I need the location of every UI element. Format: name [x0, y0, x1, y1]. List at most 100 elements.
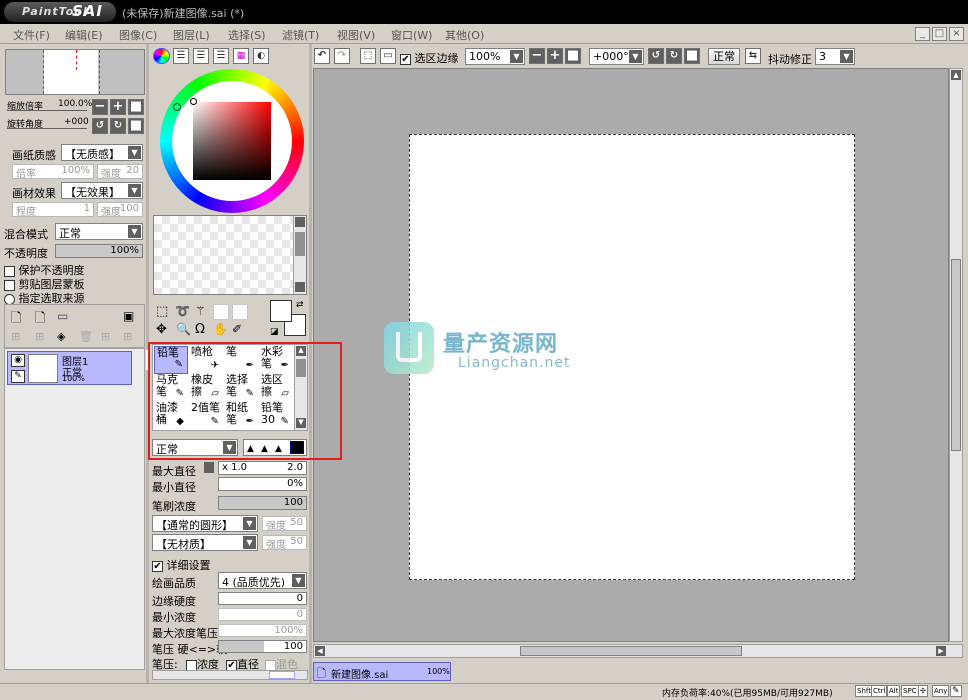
- canvas-rotate-reset-button[interactable]: ■: [684, 48, 700, 64]
- saturation-value-square[interactable]: [193, 102, 271, 180]
- min-density-slider[interactable]: 0: [218, 608, 307, 621]
- scroll-thumb[interactable]: [520, 646, 742, 656]
- paper-scale-field[interactable]: 倍率 100%: [12, 164, 94, 180]
- hand-icon[interactable]: ✋: [213, 322, 228, 336]
- lasso-icon[interactable]: ➰: [175, 304, 190, 318]
- brush-texture-dropdown[interactable]: 【无材质】 ▼: [152, 534, 258, 551]
- tool-marker[interactable]: 马克笔 ✎: [154, 374, 188, 402]
- menu-view[interactable]: 视图(V): [337, 27, 375, 43]
- checkbox[interactable]: ✔: [152, 560, 163, 572]
- brush-edge-selector[interactable]: ▲ ▲ ▲: [243, 439, 307, 456]
- tool-brush[interactable]: 笔 ✒: [224, 346, 258, 374]
- scroll-thumb[interactable]: [951, 259, 961, 451]
- checkbox[interactable]: ✔: [226, 659, 237, 671]
- tool-select-pen[interactable]: 选择笔 ✎: [224, 374, 258, 402]
- opacity-slider[interactable]: 100%: [55, 244, 143, 258]
- canvas-rotate-right-button[interactable]: ↻: [666, 48, 682, 64]
- edge-flat-icon[interactable]: [290, 441, 304, 454]
- paper-effect-dropdown[interactable]: 【无效果】 ▼: [61, 182, 143, 199]
- min-diameter-slider[interactable]: 0%: [218, 477, 307, 491]
- quality-dropdown[interactable]: 4 (品质优先) ▼: [218, 572, 307, 589]
- canvas-rotate-left-button[interactable]: ↺: [648, 48, 664, 64]
- brush-mode-dropdown[interactable]: 正常 ▼: [152, 439, 238, 456]
- canvas-horizontal-scrollbar[interactable]: ◀ ▶: [313, 644, 963, 658]
- minimize-button[interactable]: _: [915, 27, 930, 41]
- zoom-slider[interactable]: [7, 110, 87, 111]
- color-picker-handle[interactable]: [190, 98, 197, 105]
- eye-icon[interactable]: ◉: [11, 354, 25, 367]
- deselect-button[interactable]: ⬚: [360, 48, 376, 64]
- max-diameter-slider[interactable]: x 1.0 2.0: [218, 461, 307, 475]
- tool-grid-scrollbar[interactable]: ▲ ▼: [294, 345, 307, 430]
- menu-other[interactable]: 其他(O): [445, 27, 484, 43]
- canvas-zoom-in-button[interactable]: +: [547, 48, 563, 64]
- paper-strength-field[interactable]: 强度 20: [97, 164, 143, 180]
- checkbox[interactable]: [186, 659, 197, 671]
- zoom-icon[interactable]: 🔍: [176, 322, 191, 336]
- scratchpad[interactable]: [153, 215, 307, 295]
- menu-file[interactable]: 文件(F): [13, 27, 50, 43]
- scratchpad-scrollbar[interactable]: [293, 216, 306, 294]
- tool-washi-pen[interactable]: 和纸笔 ✒: [224, 402, 258, 430]
- intermediate-color-tab[interactable]: ☰: [213, 48, 229, 64]
- effect-strength-field[interactable]: 强度 100: [97, 202, 143, 218]
- detail-settings-toggle[interactable]: ✔ 详细设置: [152, 557, 211, 573]
- transfer-down-icon[interactable]: ⊞: [11, 330, 20, 343]
- tool-binary-pen[interactable]: 2值笔 ✎: [189, 402, 223, 430]
- rgb-slider-tab[interactable]: ☰: [173, 48, 189, 64]
- merge-visible-icon[interactable]: ⊞: [123, 330, 132, 343]
- swatches-tab[interactable]: ▦: [233, 48, 249, 64]
- canvas-zoom-dropdown[interactable]: 100% ▼: [465, 48, 525, 65]
- invert-selection-button[interactable]: ▭: [380, 48, 396, 64]
- document-tab[interactable]: 🗋 新建图像.sai 100%: [313, 662, 451, 681]
- layer-mask-icon[interactable]: ▣: [123, 309, 134, 323]
- tool-bucket[interactable]: 油漆桶 ◆: [154, 402, 188, 430]
- edge-sharp-icon[interactable]: ▲: [247, 444, 254, 454]
- stabilizer-dropdown[interactable]: 3 ▼: [815, 48, 855, 65]
- eyedropper-icon[interactable]: ✐: [232, 322, 242, 336]
- checkbox[interactable]: [265, 659, 276, 671]
- navigator-preview[interactable]: [5, 49, 145, 95]
- shape-strength-field[interactable]: 强度 50: [262, 516, 307, 532]
- hue-handle[interactable]: [173, 103, 181, 111]
- canvas-angle-dropdown[interactable]: +000° ▼: [589, 48, 644, 65]
- zoom-reset-button[interactable]: ■: [128, 99, 144, 115]
- menu-image[interactable]: 图像(C): [119, 27, 157, 43]
- checkbox[interactable]: ✔: [400, 53, 411, 65]
- diameter-dropdown-icon[interactable]: [204, 462, 214, 473]
- effect-degree-field[interactable]: 程度 1: [12, 202, 94, 218]
- flip-horizontal-button[interactable]: ⇆: [745, 48, 761, 64]
- blend-mode-dropdown[interactable]: 正常 ▼: [55, 223, 143, 240]
- scroll-right-icon[interactable]: ▶: [936, 646, 946, 656]
- tool-eraser[interactable]: 橡皮擦 ▱: [189, 374, 223, 402]
- radio[interactable]: [4, 293, 15, 305]
- rotate-reset-button[interactable]: ■: [128, 118, 144, 134]
- color-wheel[interactable]: [160, 69, 304, 213]
- edge-hardness-slider[interactable]: 0: [218, 592, 307, 605]
- layer-item[interactable]: ◉ ✎ 图层1 正常 100%: [7, 351, 132, 385]
- menu-select[interactable]: 选择(S): [228, 27, 266, 43]
- delete-layer-icon[interactable]: 🗑: [79, 330, 93, 343]
- tool-pencil30[interactable]: 铅笔30 ✎: [259, 402, 293, 430]
- color-wheel-tab[interactable]: [153, 48, 170, 64]
- tool-select-eraser[interactable]: 选区擦 ▱: [259, 374, 293, 402]
- scratchpad-tab[interactable]: ◐: [253, 48, 269, 64]
- move-icon[interactable]: ✥: [156, 322, 167, 337]
- redo-button[interactable]: ↷: [334, 48, 350, 64]
- canvas-vertical-scrollbar[interactable]: ▲: [949, 68, 963, 642]
- max-density-pressure-slider[interactable]: 100%: [218, 624, 307, 637]
- hsv-slider-tab[interactable]: ☰: [193, 48, 209, 64]
- menu-window[interactable]: 窗口(W): [391, 27, 432, 43]
- canvas-zoom-out-button[interactable]: −: [529, 48, 545, 64]
- pressure-slider[interactable]: 100: [218, 640, 307, 653]
- new-layer-icon[interactable]: 🗋: [11, 309, 21, 331]
- menu-filter[interactable]: 滤镜(T): [282, 27, 319, 43]
- menu-edit[interactable]: 编辑(E): [65, 27, 103, 43]
- paper-texture-dropdown[interactable]: 【无质感】 ▼: [61, 144, 143, 161]
- new-folder-icon[interactable]: ▭: [57, 309, 68, 323]
- magic-wand-icon[interactable]: ⚚: [195, 304, 206, 318]
- zoom-out-button[interactable]: −: [92, 99, 108, 115]
- brush-panel-scrollbar[interactable]: [152, 670, 308, 680]
- texture-strength-field[interactable]: 强度 50: [262, 535, 307, 551]
- canvas-zoom-reset-button[interactable]: ■: [565, 48, 581, 64]
